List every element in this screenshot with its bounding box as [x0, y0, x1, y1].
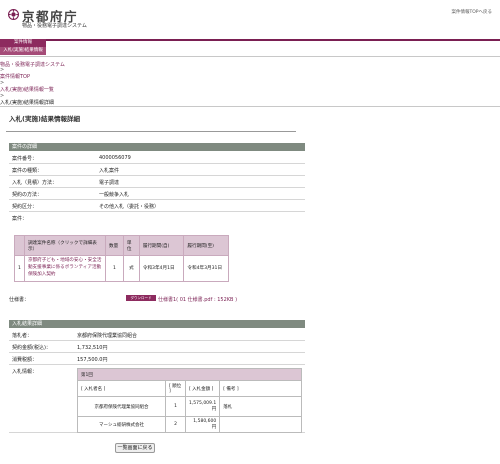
column-header: 履行期間(自)	[138, 235, 185, 256]
bid-note: 落札	[219, 396, 302, 417]
tab-case-info[interactable]: 案件情報	[0, 39, 46, 47]
kyoto-crest-icon	[8, 9, 19, 20]
result-label: 入札情報：	[12, 369, 38, 375]
result-label: 契約金額(税込)：	[12, 345, 51, 351]
result-label: 消費税額：	[12, 357, 38, 363]
column-header: 単位	[122, 235, 140, 256]
bid-amount: 1,575,009.1円	[184, 396, 221, 417]
detail-label: 案件番号：	[12, 156, 38, 162]
table-row: マーシュ総研株式会社 2 1,580,600円	[77, 416, 302, 433]
bidder-name: マーシュ総研株式会社	[77, 416, 166, 433]
detail-row: 案件の種類： 入札案件	[9, 164, 305, 176]
table-row: 京都府保険代理業協同組合 1 1,575,009.1円 落札	[77, 396, 302, 417]
result-row: 落札者： 京都府保険代理業協同組合	[9, 329, 305, 341]
download-icon[interactable]: ダウンロード	[126, 295, 156, 301]
detail-value: 入札案件	[99, 168, 120, 174]
divider	[0, 106, 500, 107]
result-section-title: 入札結果詳細	[9, 320, 305, 328]
breadcrumb-current: 入札(実施)結果情報詳細	[0, 100, 54, 106]
detail-row: 案件：	[9, 212, 305, 224]
detail-value: 4000056079	[99, 155, 131, 161]
procurement-items-table: 調達案件名称（クリックで詳細表示） 数量 単位 履行期間(自) 履行期間(至) …	[14, 235, 229, 282]
spec-label: 仕様書：	[9, 297, 30, 303]
table-header-row: 調達案件名称（クリックで詳細表示） 数量 単位 履行期間(自) 履行期間(至)	[14, 235, 229, 256]
detail-label: 入札（見積）方法：	[12, 180, 58, 186]
breadcrumb-item[interactable]: 入札(実施)結果情報一覧	[0, 86, 54, 93]
result-value: 1,732,510円	[77, 345, 108, 351]
breadcrumb-item[interactable]: 案件情報TOP	[0, 73, 30, 80]
procurement-name-link[interactable]: 京都府子ども・地域の安心・安全活動支援事業に係るボランティア活動保険加入契約	[23, 255, 107, 282]
spec-file-link[interactable]: 仕様書1( 01 仕様書.pdf : 152KB )	[158, 296, 237, 303]
back-to-list-button[interactable]: 一覧画面に戻る	[115, 443, 155, 453]
period-to-cell: 令和4年3月31日	[183, 255, 229, 282]
result-row: 消費税額： 157,500.0円	[9, 353, 305, 365]
bidder-name: 京都府保険代理業協同組合	[77, 396, 166, 417]
bid-amount: 1,580,600円	[184, 416, 221, 433]
result-value: 157,500.0円	[77, 357, 108, 363]
unit-cell: 式	[122, 255, 140, 282]
table-header-row: [ 入札者名 ] [ 順位 ] [ 入札金額 ] [ 備考 ]	[77, 380, 302, 397]
detail-label: 契約区分：	[12, 204, 38, 210]
detail-row: 契約区分： その他入札（委託・役務）	[9, 200, 305, 212]
result-row: 契約金額(税込)： 1,732,510円	[9, 341, 305, 353]
table-row: 1 京都府子ども・地域の安心・安全活動支援事業に係るボランティア活動保険加入契約…	[14, 255, 229, 282]
column-header	[14, 235, 25, 256]
result-value: 京都府保険代理業協同組合	[77, 333, 138, 339]
column-header: [ 入札者名 ]	[77, 380, 166, 397]
round-row: 第1回	[77, 368, 302, 381]
detail-label: 案件の種類：	[12, 168, 43, 174]
bidder-rank: 2	[165, 416, 186, 433]
column-header: [ 備考 ]	[219, 380, 302, 397]
detail-row: 案件番号： 4000056079	[9, 152, 305, 164]
page-title: 入札(実施)結果情報詳細	[9, 115, 80, 123]
column-header: 履行期間(至)	[183, 235, 229, 256]
detail-value: 一般競争入札	[99, 192, 130, 198]
bidder-rank: 1	[165, 396, 186, 417]
quantity-cell: 1	[105, 255, 124, 282]
column-header: [ 順位 ]	[165, 380, 186, 397]
column-header: 調達案件名称（クリックで詳細表示）	[23, 235, 107, 256]
bid-results-table: 第1回 [ 入札者名 ] [ 順位 ] [ 入札金額 ] [ 備考 ] 京都府保…	[77, 368, 302, 433]
detail-row: 入札（見積）方法： 電子調達	[9, 176, 305, 188]
detail-value: 電子調達	[99, 180, 120, 186]
detail-label: 案件：	[12, 216, 28, 222]
divider	[0, 56, 500, 57]
back-to-top-link[interactable]: 案件情報TOPへ戻る	[451, 9, 492, 15]
breadcrumb-item[interactable]: 物品・役務電子調達システム	[0, 61, 65, 68]
bid-note	[219, 416, 302, 433]
column-header: 数量	[105, 235, 124, 256]
detail-label: 契約の方法：	[12, 192, 43, 198]
round-label: 第1回	[77, 368, 302, 381]
period-from-cell: 令和3年4月1日	[138, 255, 185, 282]
logo-subtitle: 物品・役務電子調達システム	[22, 23, 87, 29]
detail-row: 契約の方法： 一般競争入札	[9, 188, 305, 200]
title-underline	[6, 131, 296, 132]
tab-bid-results[interactable]: 入札(実施)結果情報	[0, 47, 46, 55]
row-number: 1	[14, 255, 25, 282]
details-section-title: 案件の詳細	[9, 143, 305, 151]
nav-bar	[0, 39, 500, 41]
result-label: 落札者：	[12, 333, 33, 339]
detail-value: その他入札（委託・役務）	[99, 204, 160, 210]
column-header: [ 入札金額 ]	[184, 380, 221, 397]
